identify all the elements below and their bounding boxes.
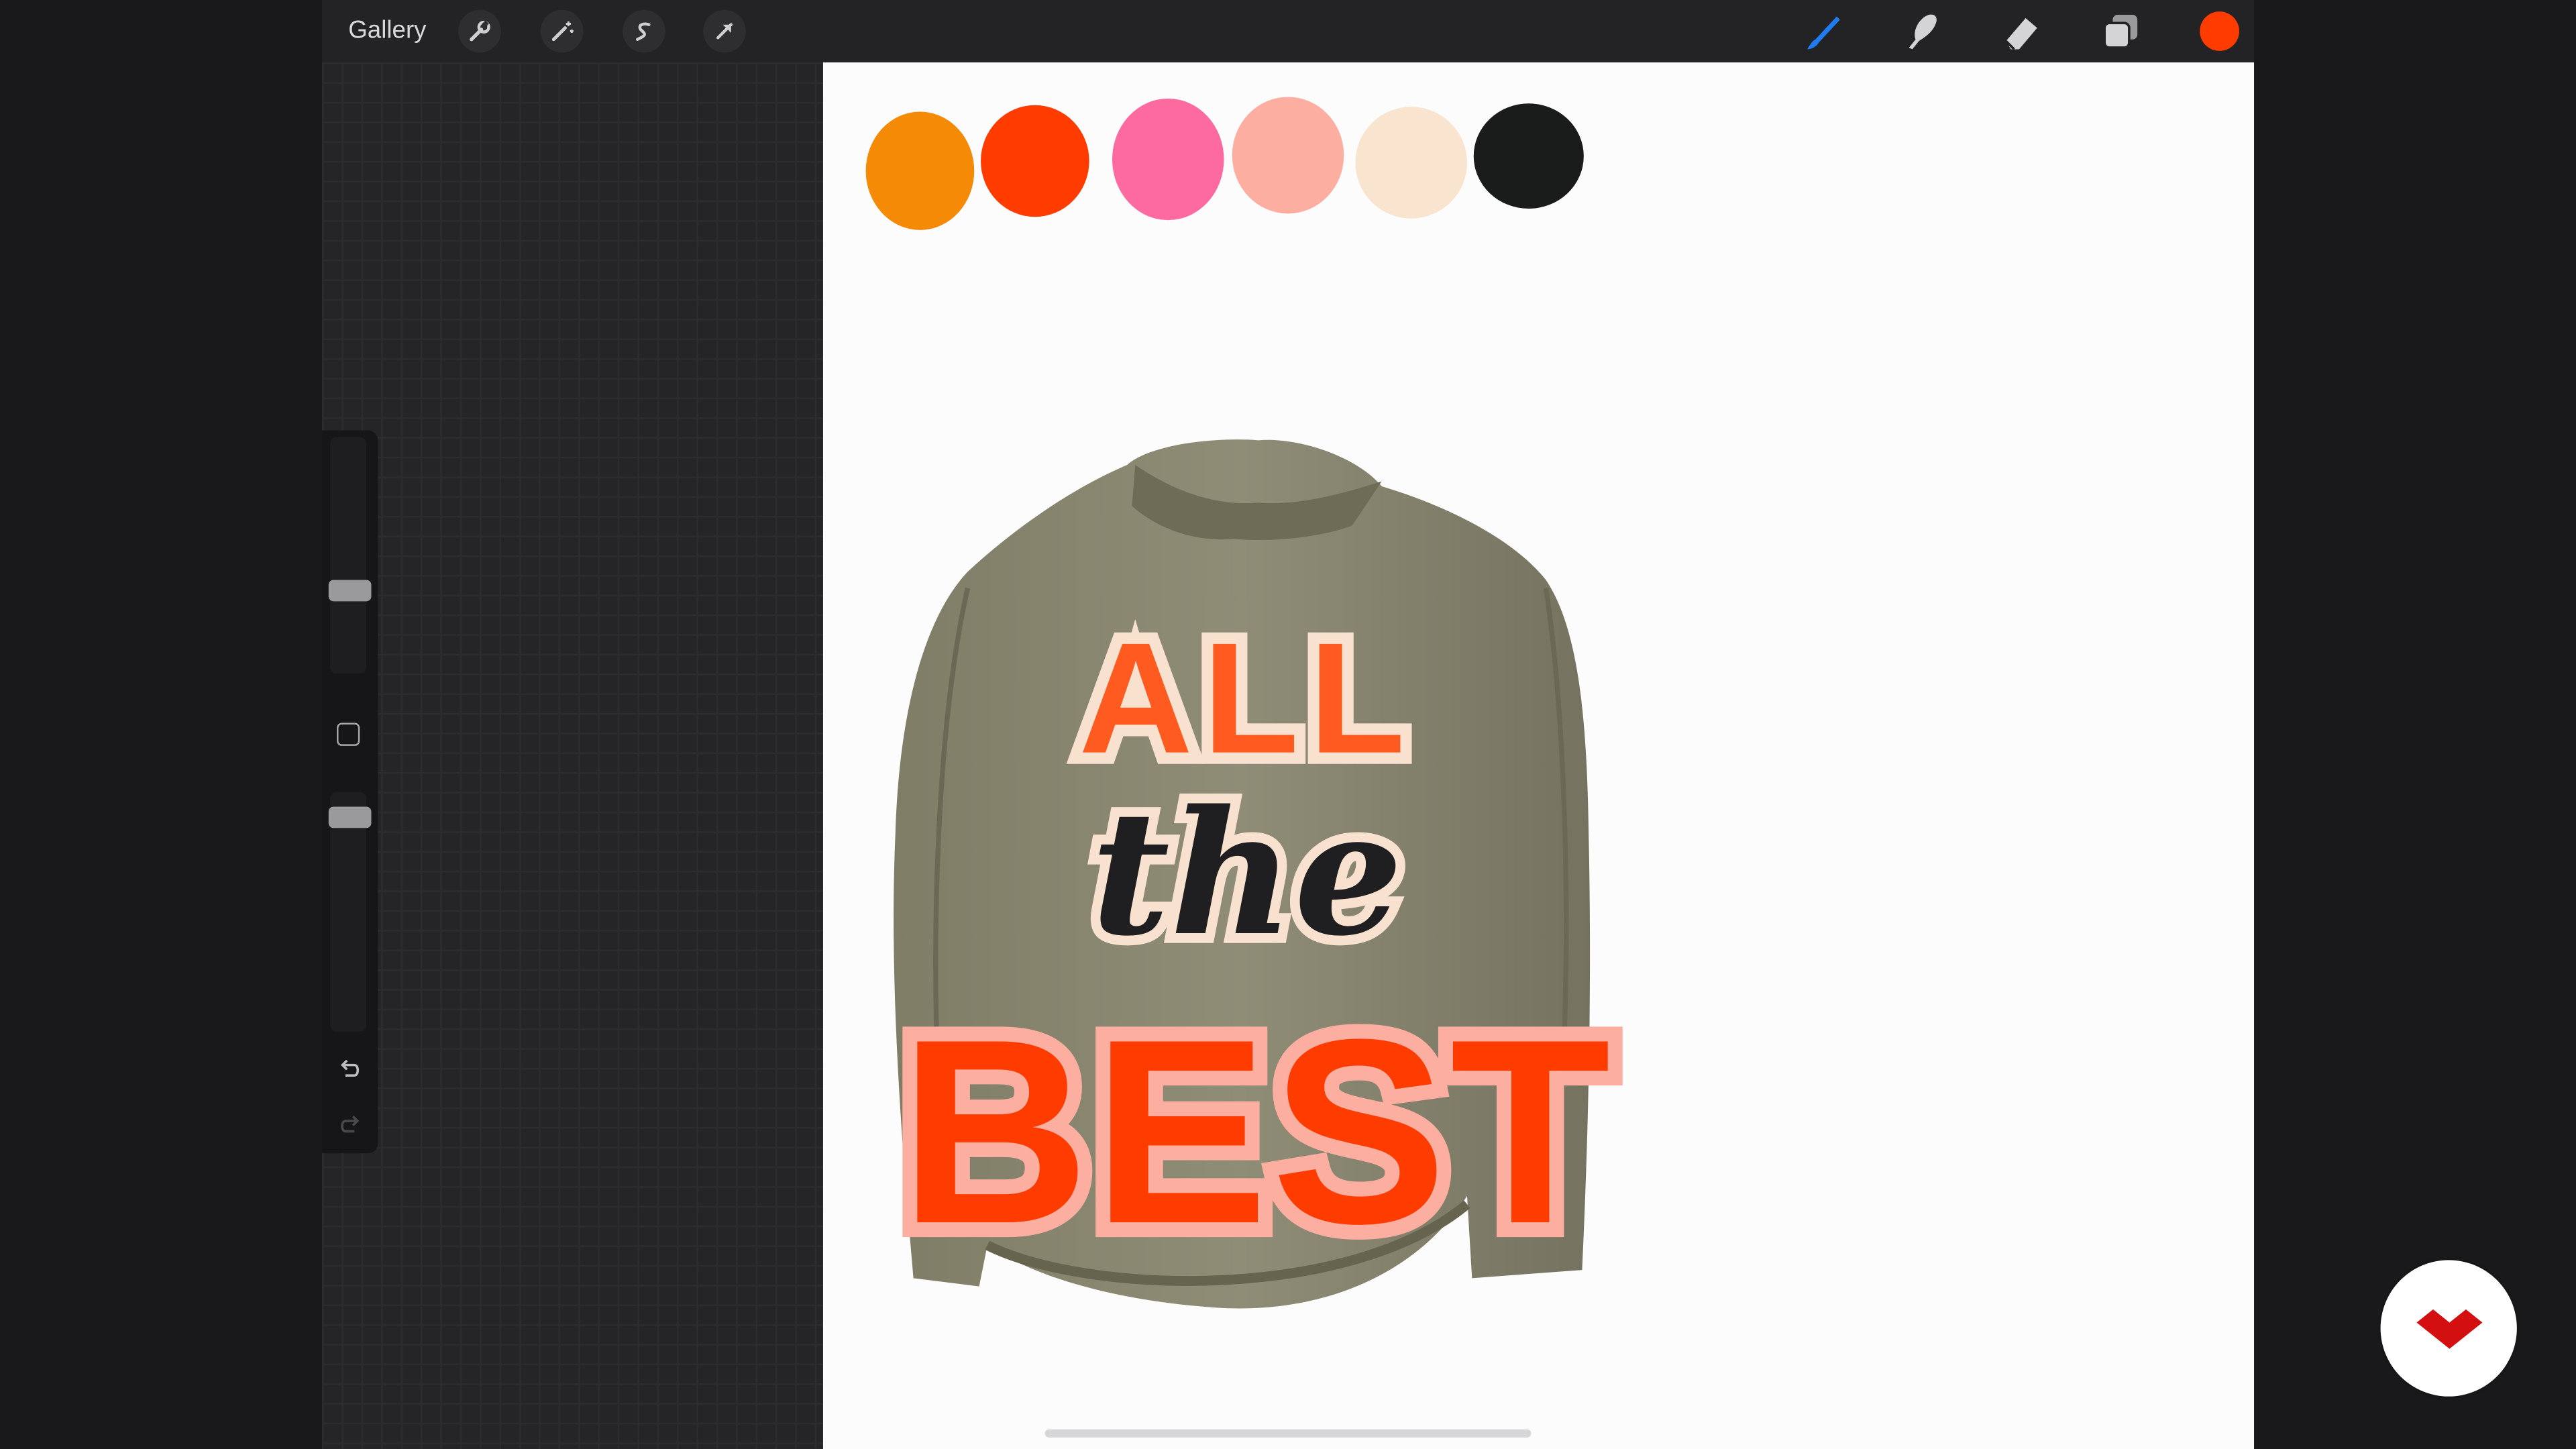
drawing-canvas[interactable]: ALL the BEST xyxy=(822,62,2255,1449)
procreate-app: Gallery ALL the BEST xyxy=(0,0,2576,1449)
sidebar xyxy=(322,430,378,1154)
lettering-all: ALL xyxy=(1067,598,1417,797)
brush-opacity-thumb[interactable] xyxy=(328,806,372,828)
layers-icon xyxy=(2103,15,2138,49)
top-toolbar: Gallery xyxy=(322,0,2255,63)
brand-logo-icon xyxy=(2416,1308,2482,1348)
eraser-button[interactable] xyxy=(1998,8,2044,54)
home-indicator xyxy=(1044,1429,1532,1438)
brush-size-slider[interactable] xyxy=(328,437,372,674)
modify-button-icon[interactable] xyxy=(337,722,360,746)
svg-text:BEST: BEST xyxy=(900,985,1614,1279)
magic-wand-icon xyxy=(551,21,574,42)
layers-button[interactable] xyxy=(2098,8,2144,54)
lettering-best: BEST xyxy=(885,970,1625,1293)
undo-button[interactable] xyxy=(332,1051,368,1087)
brush-button[interactable] xyxy=(1801,8,1847,54)
brand-badge xyxy=(2380,1260,2517,1397)
brush-opacity-slider[interactable] xyxy=(328,792,372,1032)
smudge-icon xyxy=(1909,14,1937,50)
eraser-icon xyxy=(2004,17,2037,50)
smudge-button[interactable] xyxy=(1899,8,1945,54)
wrench-icon xyxy=(470,20,490,42)
transform-arrow-icon xyxy=(716,23,733,40)
selection-icon xyxy=(636,22,651,41)
svg-text:ALL: ALL xyxy=(1079,610,1415,786)
artwork-illustration: ALL the BEST xyxy=(885,439,1625,1309)
brush-size-thumb[interactable] xyxy=(328,579,372,601)
color-picker-button[interactable] xyxy=(2200,11,2239,51)
undo-icon xyxy=(340,1059,360,1077)
selection-button[interactable] xyxy=(623,9,665,53)
letterbox-left xyxy=(0,0,323,1449)
svg-text:the: the xyxy=(1091,773,1403,974)
adjustments-button[interactable] xyxy=(540,9,584,53)
redo-button[interactable] xyxy=(332,1108,368,1144)
redo-icon xyxy=(341,1115,360,1133)
transform-button[interactable] xyxy=(703,9,746,53)
gallery-button[interactable]: Gallery xyxy=(348,0,426,62)
brush-icon xyxy=(1807,16,1840,50)
actions-button[interactable] xyxy=(458,9,501,53)
workspace-background xyxy=(322,62,823,1449)
letterbox-right xyxy=(2254,62,2576,1449)
lettering-the: the xyxy=(1081,763,1413,983)
